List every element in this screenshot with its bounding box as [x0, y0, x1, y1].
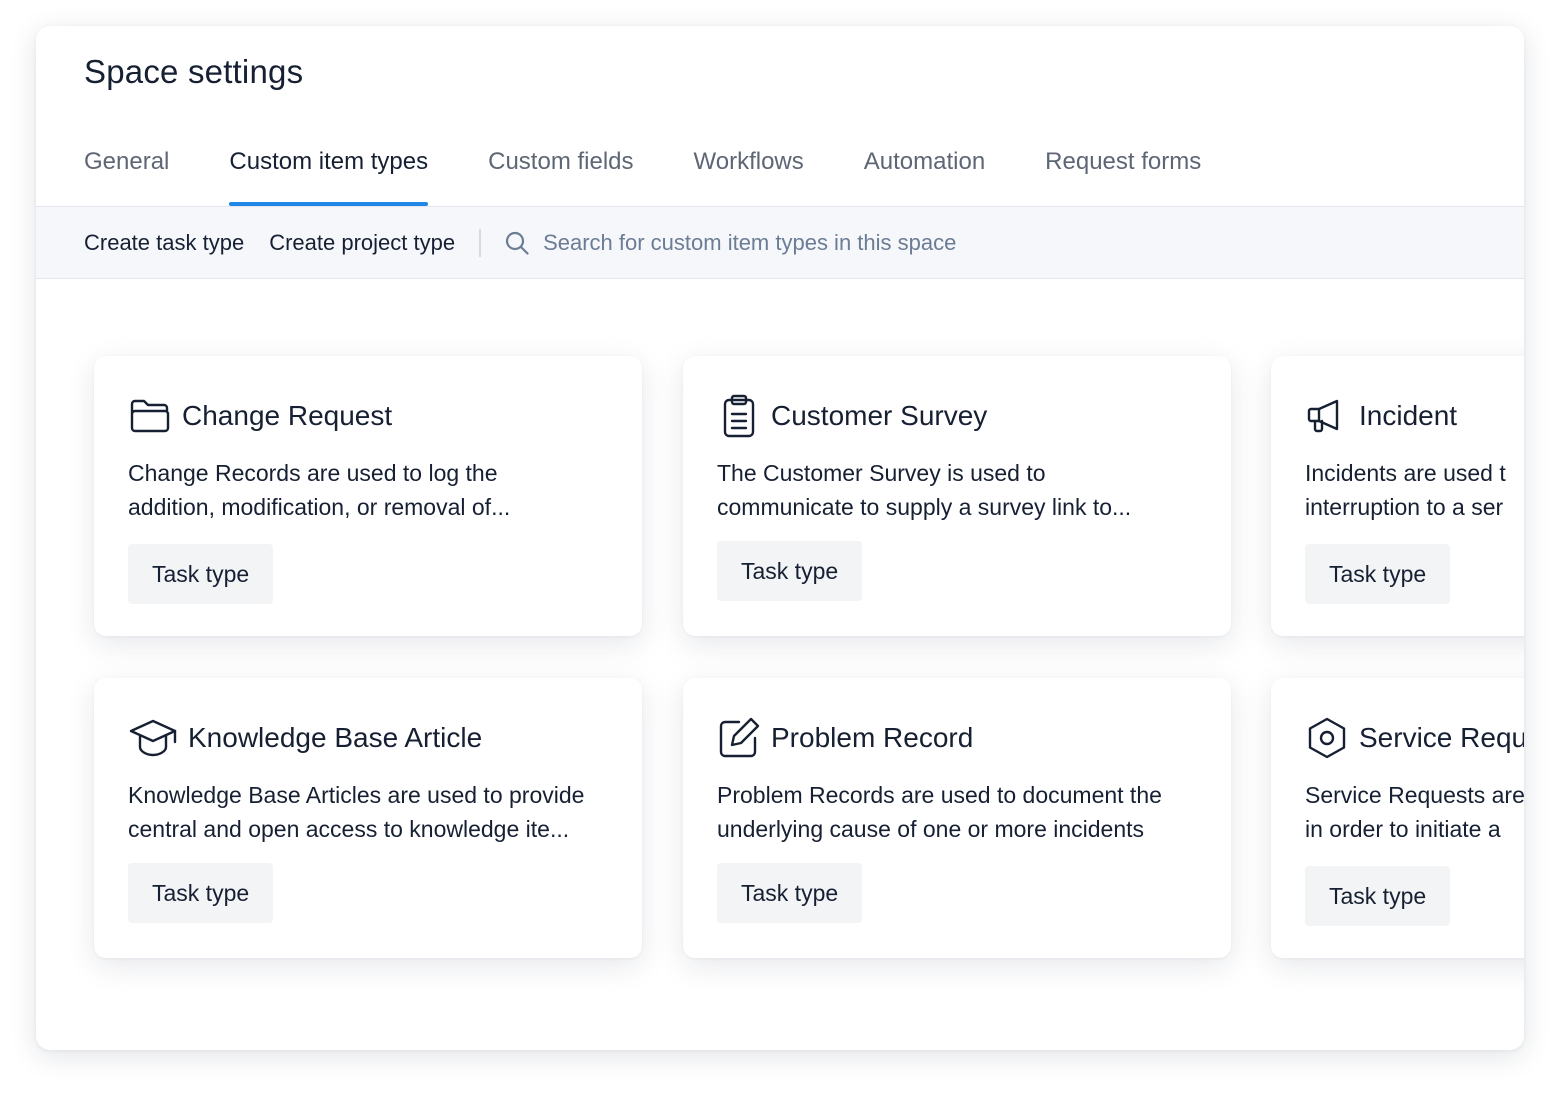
search-input[interactable]: [543, 229, 1244, 256]
search-box[interactable]: [503, 229, 1524, 257]
tab-workflows[interactable]: Workflows: [694, 136, 804, 206]
edit-icon: [717, 716, 761, 760]
space-settings-window: Space settings General Custom item types…: [36, 26, 1524, 1050]
card-description-line: The Customer Survey is used to: [717, 460, 1046, 486]
card-description: Service Requests are in order to initiat…: [1305, 778, 1524, 846]
settings-tabs: General Custom item types Custom fields …: [84, 136, 1261, 206]
card-description-line: in order to initiate a: [1305, 816, 1501, 842]
item-type-card-problem-record[interactable]: Problem Record Problem Records are used …: [683, 678, 1231, 958]
card-description: Change Records are used to log the addit…: [128, 456, 608, 524]
card-title: Customer Survey: [771, 400, 988, 431]
card-description-line: addition, modification, or removal of...: [128, 494, 511, 520]
item-type-card-knowledge-base-article[interactable]: Knowledge Base Article Knowledge Base Ar…: [94, 678, 642, 958]
page-title: Space settings: [84, 53, 304, 90]
item-type-card-change-request[interactable]: Change Request Change Records are used t…: [94, 356, 642, 636]
card-title: Service Requ: [1359, 722, 1524, 753]
card-description: Knowledge Base Articles are used to prov…: [128, 778, 608, 846]
tab-automation[interactable]: Automation: [864, 136, 985, 206]
tab-request-forms[interactable]: Request forms: [1045, 136, 1201, 206]
card-title: Change Request: [182, 400, 393, 431]
megaphone-icon: [1305, 394, 1349, 438]
item-type-card-incident[interactable]: Incident Incidents are used t interrupti…: [1271, 356, 1524, 636]
create-task-type-button[interactable]: Create task type: [84, 230, 244, 256]
create-project-type-button[interactable]: Create project type: [269, 230, 455, 256]
item-type-badge: Task type: [717, 863, 863, 923]
item-type-badge: Task type: [128, 863, 274, 923]
item-type-badge: Task type: [717, 541, 863, 601]
clipboard-icon: [717, 394, 761, 438]
card-title: Incident: [1359, 400, 1458, 431]
card-description: Problem Records are used to document the…: [717, 778, 1197, 846]
item-type-card-customer-survey[interactable]: Customer Survey The Customer Survey is u…: [683, 356, 1231, 636]
folder-icon: [128, 394, 172, 438]
tab-custom-fields[interactable]: Custom fields: [488, 136, 633, 206]
card-description-line: Knowledge Base Articles are used to prov…: [128, 782, 585, 808]
item-type-badge: Task type: [1305, 866, 1451, 926]
toolbar-divider: [479, 228, 482, 257]
card-description-line: Service Requests are: [1305, 782, 1524, 808]
graduation-cap-icon: [128, 716, 178, 760]
card-description-line: Problem Records are used to document the: [717, 782, 1162, 808]
card-description: The Customer Survey is used to communica…: [717, 456, 1197, 524]
card-description-line: Incidents are used t: [1305, 460, 1506, 486]
search-icon: [503, 229, 531, 257]
card-description-line: communicate to supply a survey link to..…: [717, 494, 1132, 520]
card-description: Incidents are used t interruption to a s…: [1305, 456, 1524, 524]
item-type-badge: Task type: [1305, 544, 1451, 604]
item-type-card-service-request[interactable]: Service Requ Service Requests are in ord…: [1271, 678, 1524, 958]
tab-custom-item-types[interactable]: Custom item types: [229, 136, 428, 206]
hex-nut-icon: [1305, 716, 1349, 760]
tab-general[interactable]: General: [84, 136, 169, 206]
item-type-badge: Task type: [128, 544, 274, 604]
card-description-line: interruption to a ser: [1305, 494, 1504, 520]
card-title: Knowledge Base Article: [188, 722, 483, 753]
card-title: Problem Record: [771, 722, 974, 753]
card-description-line: Change Records are used to log the: [128, 460, 498, 486]
card-description-line: central and open access to knowledge ite…: [128, 816, 570, 842]
toolbar: Create task type Create project type: [36, 206, 1524, 279]
card-description-line: underlying cause of one or more incident…: [717, 816, 1145, 842]
